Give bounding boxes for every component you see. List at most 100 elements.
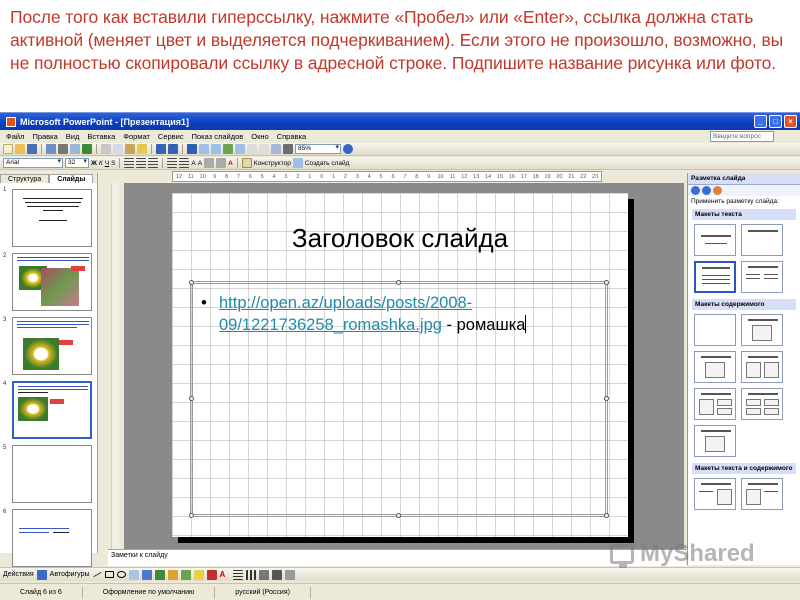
line-color-icon[interactable] (206, 569, 217, 580)
layout-title-two-content[interactable] (694, 388, 736, 420)
new-slide-small-icon[interactable] (292, 158, 303, 168)
line-style-icon[interactable] (232, 569, 243, 580)
designer-button[interactable]: Конструктор (254, 160, 291, 167)
layout-two-content[interactable] (741, 351, 783, 383)
copy-icon[interactable] (113, 144, 123, 154)
menu-slideshow[interactable]: Показ слайдов (192, 132, 244, 141)
menu-insert[interactable]: Вставка (87, 132, 115, 141)
help-search-input[interactable]: Введите вопрос (710, 131, 774, 142)
menu-help[interactable]: Справка (277, 132, 306, 141)
slide-thumbnail-5[interactable] (12, 445, 92, 503)
back-icon[interactable] (691, 186, 700, 195)
layout-blank[interactable] (694, 314, 736, 346)
layout-title-slide[interactable] (694, 224, 736, 256)
clipart-icon[interactable] (167, 569, 178, 580)
font-size-select[interactable]: 32 (65, 158, 89, 168)
picture-icon[interactable] (223, 144, 233, 154)
italic-button[interactable]: К (99, 160, 103, 167)
menu-window[interactable]: Окно (251, 132, 268, 141)
layout-text-content-1[interactable] (694, 478, 736, 510)
slide-thumbnail-3[interactable] (12, 317, 92, 375)
new-slide-button[interactable]: Создать слайд (305, 160, 350, 167)
designer-icon[interactable] (241, 158, 252, 168)
fill-color-icon[interactable] (193, 569, 204, 580)
menu-format[interactable]: Формат (123, 132, 150, 141)
redo-icon[interactable] (168, 144, 178, 154)
insert-picture-icon[interactable] (180, 569, 191, 580)
format-painter-icon[interactable] (137, 144, 147, 154)
expand-all-icon[interactable] (247, 144, 257, 154)
save-icon[interactable] (27, 144, 37, 154)
home-icon[interactable] (713, 186, 722, 195)
font-color-button[interactable]: A (228, 160, 233, 167)
chart-icon[interactable] (211, 144, 221, 154)
resize-handle[interactable] (604, 396, 609, 401)
hyperlink[interactable]: http://open.az/uploads/posts/2008- 09/122… (219, 294, 472, 334)
resize-handle[interactable] (604, 280, 609, 285)
layout-content[interactable] (741, 314, 783, 346)
forward-icon[interactable] (702, 186, 711, 195)
layout-title-and-text[interactable] (694, 261, 736, 293)
underline-button[interactable]: Ч (105, 160, 109, 167)
layout-title-content-alt[interactable] (694, 425, 736, 457)
menu-file[interactable]: Файл (6, 132, 24, 141)
paste-icon[interactable] (125, 144, 135, 154)
content-placeholder[interactable]: • http://open.az/uploads/posts/2008- 09/1… (189, 280, 609, 518)
help-icon[interactable] (343, 144, 353, 154)
diagram-icon[interactable] (154, 569, 165, 580)
new-icon[interactable] (3, 144, 13, 154)
cut-icon[interactable] (101, 144, 111, 154)
menu-view[interactable]: Вид (66, 132, 80, 141)
layout-four-content[interactable] (741, 388, 783, 420)
open-icon[interactable] (15, 144, 25, 154)
oval-icon[interactable] (116, 571, 126, 578)
wordart-icon[interactable] (141, 569, 152, 580)
slide-thumbnail-1[interactable] (12, 189, 92, 247)
slide-canvas[interactable]: Заголовок слайда • http://open.az/upload… (172, 193, 628, 537)
zoom-select[interactable]: 85% (295, 144, 341, 154)
3d-style-icon[interactable] (284, 569, 295, 580)
new-slide-icon[interactable] (235, 144, 245, 154)
increase-font-button[interactable]: A (191, 160, 195, 167)
bold-button[interactable]: Ж (91, 160, 97, 167)
color-grayscale-icon[interactable] (283, 144, 293, 154)
undo-icon[interactable] (156, 144, 166, 154)
slide-thumbnail-6[interactable] (12, 509, 92, 567)
table-icon[interactable] (199, 144, 209, 154)
maximize-button[interactable]: □ (769, 115, 782, 128)
line-icon[interactable] (92, 571, 102, 578)
hyperlink-icon[interactable] (187, 144, 197, 154)
print-icon[interactable] (58, 144, 68, 154)
preview-icon[interactable] (70, 144, 80, 154)
tab-slides[interactable]: Слайды (49, 174, 94, 183)
increase-indent-icon[interactable] (216, 158, 227, 168)
resize-handle[interactable] (189, 513, 194, 518)
layout-title-content[interactable] (694, 351, 736, 383)
shadow-button[interactable]: S (111, 160, 115, 167)
resize-handle[interactable] (396, 280, 401, 285)
dash-style-icon[interactable] (245, 569, 256, 580)
slide-thumbnail-2[interactable] (12, 253, 92, 311)
actions-menu[interactable]: Действия (3, 571, 34, 578)
layout-two-columns[interactable] (741, 261, 783, 293)
layout-title-only[interactable] (741, 224, 783, 256)
minimize-button[interactable]: _ (754, 115, 767, 128)
align-center-icon[interactable] (136, 158, 147, 168)
spelling-icon[interactable] (82, 144, 92, 154)
layout-text-content-2[interactable] (741, 478, 783, 510)
textbox-icon[interactable] (128, 569, 139, 580)
rectangle-icon[interactable] (104, 571, 114, 578)
arrow-style-icon[interactable] (258, 569, 269, 580)
decrease-indent-icon[interactable] (204, 158, 215, 168)
slides-pane-scrollbar[interactable] (111, 183, 119, 553)
slide-thumbnail-4[interactable] (12, 381, 92, 439)
bullets-icon[interactable] (179, 158, 190, 168)
show-formatting-icon[interactable] (259, 144, 269, 154)
numbering-icon[interactable] (167, 158, 178, 168)
font-select[interactable]: Arial (3, 158, 63, 168)
resize-handle[interactable] (604, 513, 609, 518)
slide-title[interactable]: Заголовок слайда (172, 223, 628, 254)
shadow-style-icon[interactable] (271, 569, 282, 580)
resize-handle[interactable] (189, 396, 194, 401)
font-color-icon[interactable]: A (220, 570, 230, 580)
